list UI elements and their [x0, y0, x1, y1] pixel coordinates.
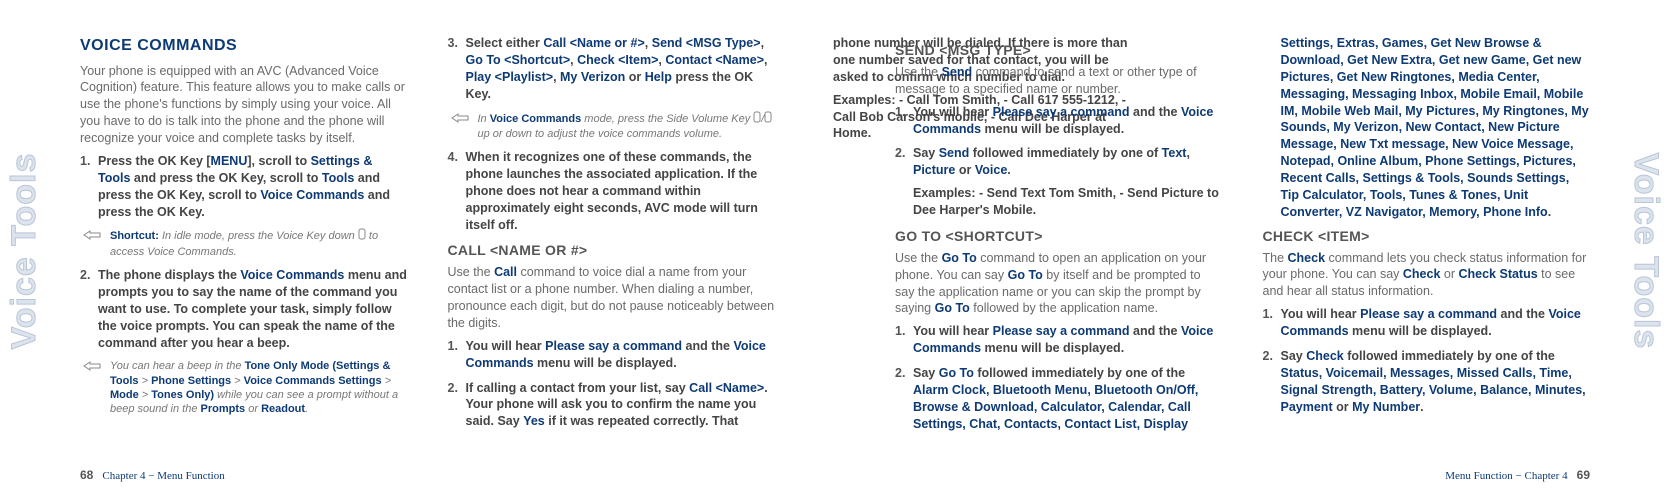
goto-intro: Use the Go To command to open an applica…: [895, 250, 1223, 318]
side-tab-left: Voice Tools: [0, 0, 50, 502]
side-tab-right: Voice Tools: [1620, 0, 1670, 502]
volume-up-key-icon: [753, 111, 761, 127]
hand-point-icon: [82, 228, 104, 242]
call-intro: Use the Call command to voice dial a nam…: [448, 264, 776, 332]
page-spread: Voice Tools VOICE COMMANDS Your phone is…: [0, 0, 1671, 502]
step-1: 1.Press the OK Key [MENU], scroll to Set…: [80, 153, 408, 221]
page-69: Voice Tools SEND <MSG TYPE> Use the Send…: [835, 0, 1670, 502]
hand-point-icon: [450, 111, 472, 125]
goto-step-1: 1.You will hear Please say a command and…: [895, 323, 1223, 357]
send-intro: Use the Send command to send a text or o…: [895, 64, 1223, 98]
heading-send: SEND <MSG TYPE>: [895, 41, 1223, 60]
voice-key-icon: [358, 228, 366, 244]
check-step-2: 2.Say Check followed immediately by one …: [1263, 348, 1591, 416]
step-2: 2.The phone displays the Voice Commands …: [80, 267, 408, 351]
heading-goto: GO TO <SHORTCUT>: [895, 227, 1223, 246]
heading-check: CHECK <ITEM>: [1263, 227, 1591, 246]
heading-call: CALL <NAME OR #>: [448, 241, 776, 260]
send-step-1: 1.You will hear Please say a command and…: [895, 104, 1223, 138]
step-3: 3.Select either Call <Name or #>, Send <…: [448, 35, 776, 103]
tip-beep: You can hear a beep in the Tone Only Mod…: [80, 359, 408, 416]
hand-point-icon: [82, 359, 104, 373]
tip-shortcut: Shortcut: In idle mode, press the Voice …: [80, 228, 408, 259]
check-step-1: 1.You will hear Please say a command and…: [1263, 306, 1591, 340]
tip-volume: In Voice Commands mode, press the Side V…: [448, 111, 776, 142]
send-step-2: 2.Say Send followed immediately by one o…: [895, 145, 1223, 219]
footer-left: 68 Chapter 4 − Menu Function: [80, 467, 231, 484]
check-intro: The Check command lets you check status …: [1263, 250, 1591, 301]
footer-right: Menu Function − Chapter 4 69: [1439, 467, 1590, 484]
call-step-1: 1.You will hear Please say a command and…: [448, 338, 776, 372]
page-68: Voice Tools VOICE COMMANDS Your phone is…: [0, 0, 835, 502]
volume-down-key-icon: [764, 111, 772, 127]
step-4: 4.When it recognizes one of these comman…: [448, 149, 776, 233]
intro-text: Your phone is equipped with an AVC (Adva…: [80, 63, 408, 147]
heading-voice-commands: VOICE COMMANDS: [80, 35, 408, 57]
